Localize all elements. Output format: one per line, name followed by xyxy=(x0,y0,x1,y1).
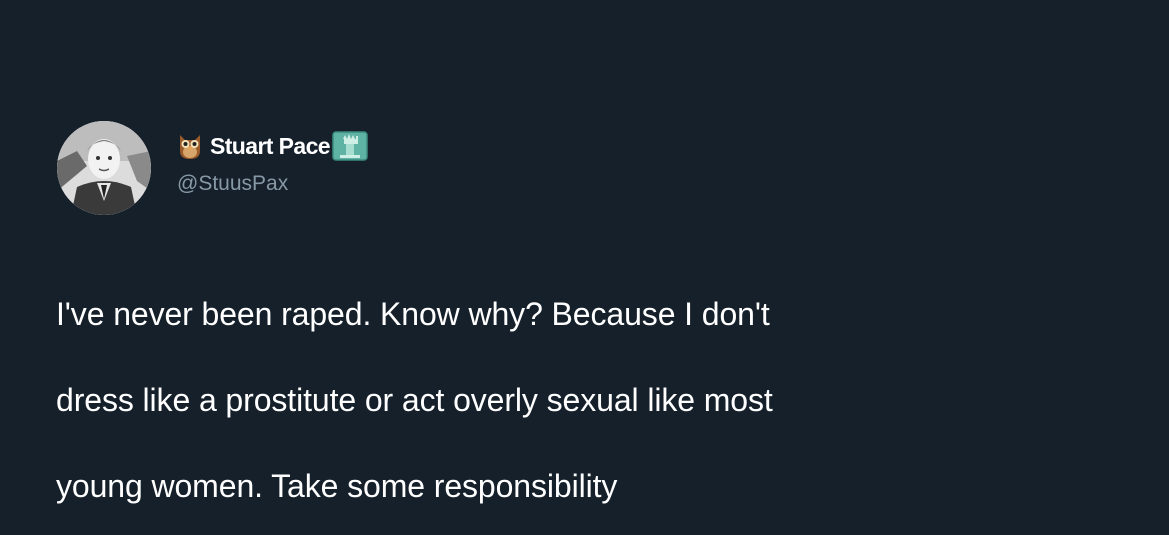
tweet-text-line: young women. Take some responsibility xyxy=(56,468,618,504)
tweet-text-line: dress like a prostitute or act overly se… xyxy=(56,382,773,418)
tweet-card: Stuart Pace @StuusPax I've never been ra… xyxy=(0,0,1169,535)
author-display-name[interactable]: Stuart Pace xyxy=(210,133,331,160)
owl-emoji-icon xyxy=(176,131,204,161)
tweet-text: I've never been raped. Know why? Because… xyxy=(56,250,1136,535)
avatar-image xyxy=(57,121,151,215)
statue-of-liberty-emoji-icon xyxy=(332,131,368,161)
avatar[interactable] xyxy=(57,121,151,215)
author-handle[interactable]: @StuusPax xyxy=(177,172,288,196)
author-name-row[interactable]: Stuart Pace xyxy=(176,130,368,162)
tweet-text-line: I've never been raped. Know why? Because… xyxy=(56,296,770,332)
